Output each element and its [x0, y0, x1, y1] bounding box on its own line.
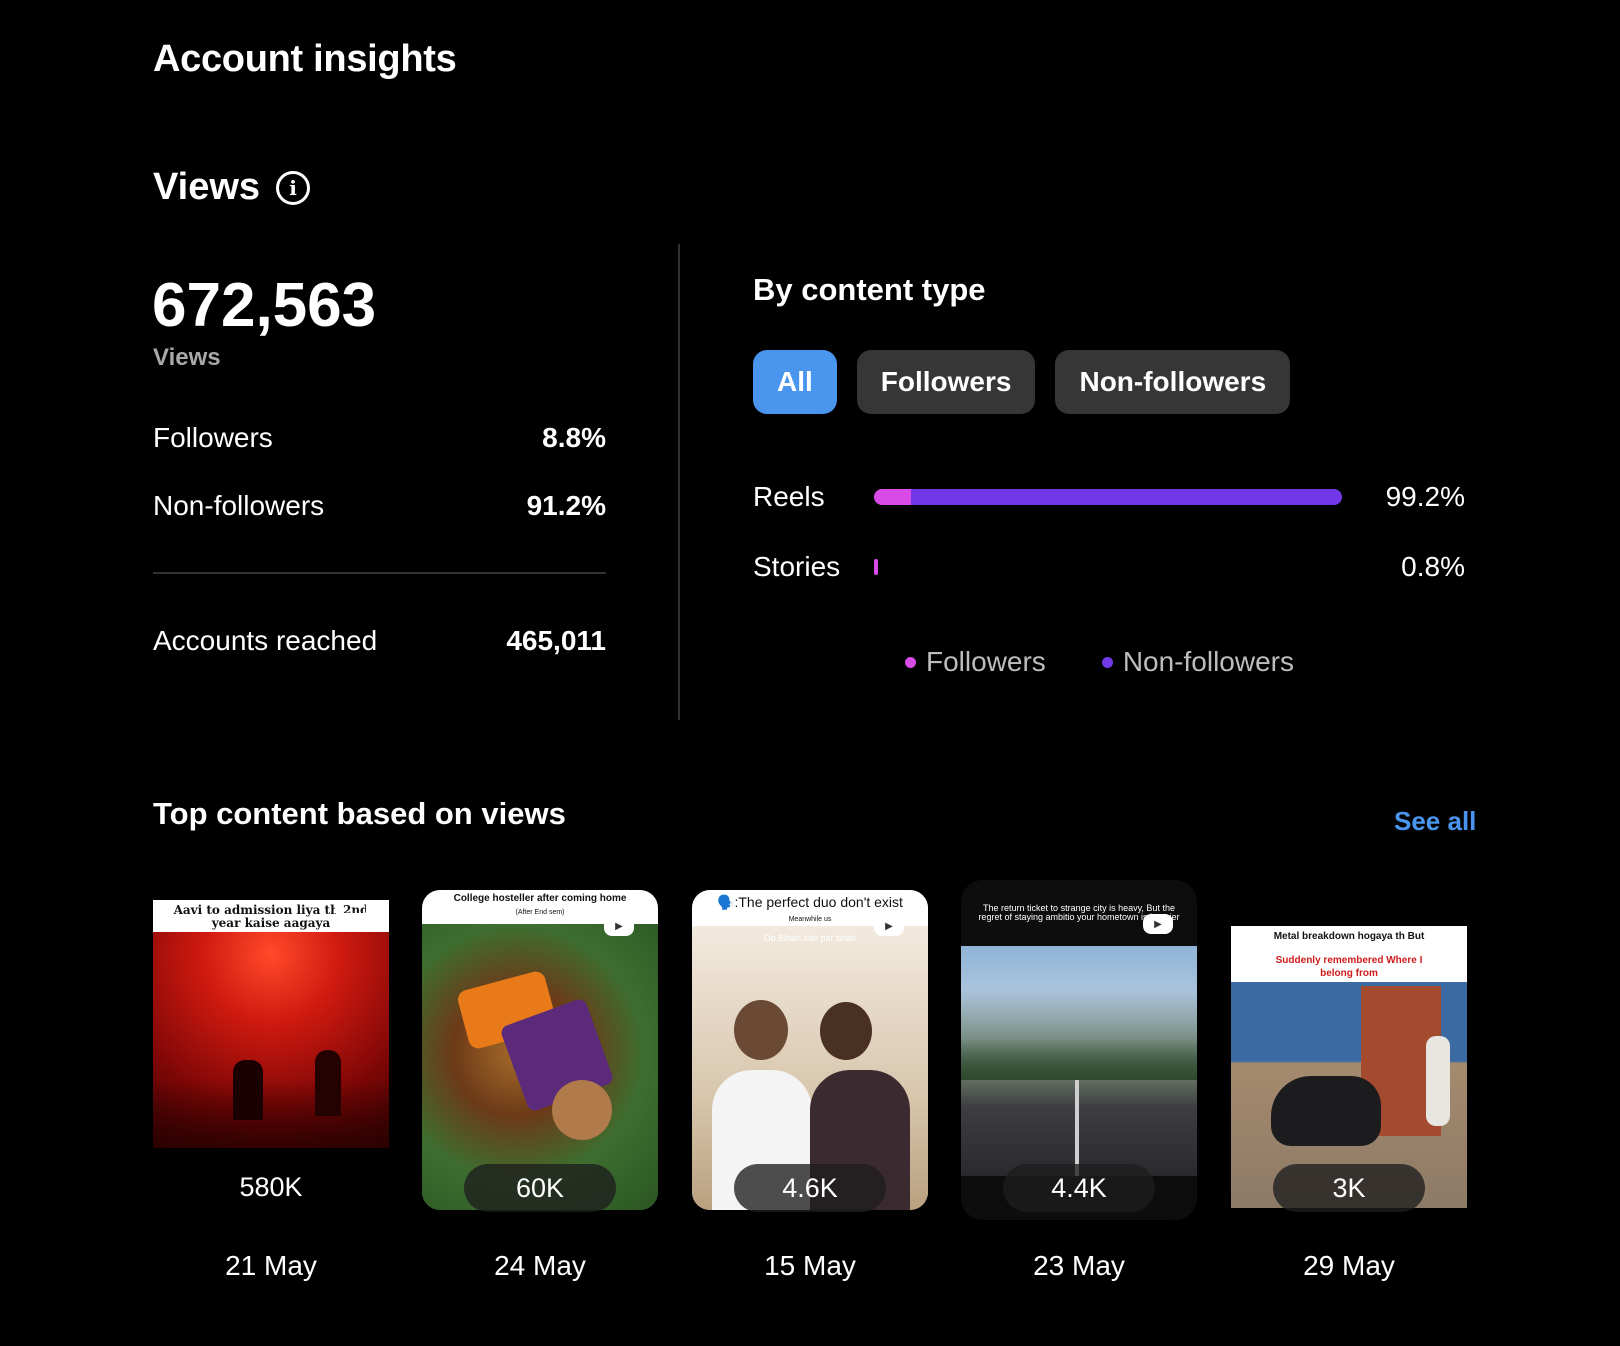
stories-bar	[874, 559, 1346, 575]
stats-divider	[153, 572, 606, 574]
content-date: 21 May	[225, 1250, 317, 1281]
content-type-row-reels: Reels 99.2%	[753, 477, 1465, 517]
tab-non-followers[interactable]: Non-followers	[1055, 350, 1291, 414]
content-card[interactable]: College hosteller after coming home (Aft…	[422, 890, 658, 1230]
reel-icon	[335, 900, 369, 916]
audience-tabs: All Followers Non-followers	[753, 350, 1291, 414]
content-thumbnail: 🗣️:The perfect duo don't exist Meanwhile…	[692, 890, 928, 1210]
reels-pct: 99.2%	[1385, 481, 1465, 512]
views-total-label: Views	[153, 344, 221, 371]
stories-bar-fill	[874, 559, 878, 575]
reel-play-icon: ▶	[1143, 914, 1173, 934]
reels-non-followers-segment	[911, 489, 1342, 505]
by-content-type-heading: By content type	[753, 272, 986, 307]
followers-stat-row: Followers 8.8%	[153, 422, 606, 454]
non-followers-stat-row: Non-followers 91.2%	[153, 490, 606, 522]
views-heading: Views i	[153, 166, 311, 209]
content-type-row-stories: Stories 0.8%	[753, 547, 1465, 587]
content-views: 580K	[239, 1172, 303, 1202]
non-followers-stat-label: Non-followers	[153, 490, 325, 521]
reel-play-icon: ▶	[604, 916, 634, 936]
content-date: 24 May	[494, 1250, 586, 1281]
reel-play-icon: ▶	[874, 916, 904, 936]
content-card[interactable]: Aavi to admission liya th 2nd year kaise…	[153, 900, 389, 1230]
content-views: 4.4K	[1003, 1164, 1155, 1212]
tab-all[interactable]: All	[753, 350, 837, 414]
legend-followers-label: Followers	[926, 646, 1046, 677]
non-followers-dot-icon	[1101, 656, 1113, 668]
see-all-link[interactable]: See all	[1394, 806, 1476, 837]
tab-followers[interactable]: Followers	[856, 350, 1036, 414]
content-date: 23 May	[1033, 1250, 1125, 1281]
followers-dot-icon	[905, 656, 916, 668]
content-date: 15 May	[764, 1250, 856, 1281]
non-followers-stat-value: 91.2%	[526, 490, 606, 521]
content-card[interactable]: Metal breakdown hogaya th But Suddenly r…	[1231, 900, 1467, 1230]
legend-non-followers: Non-followers	[1101, 646, 1294, 678]
content-views: 3K	[1273, 1164, 1425, 1212]
content-card[interactable]: The return ticket to strange city is hea…	[961, 880, 1197, 1230]
content-caption: 🗣️:The perfect duo don't exist	[717, 894, 903, 910]
content-thumbnail: College hosteller after coming home (Aft…	[422, 890, 658, 1210]
reels-label: Reels	[753, 481, 825, 512]
info-icon[interactable]: i	[276, 170, 311, 205]
content-views: 4.6K	[734, 1164, 886, 1212]
content-card[interactable]: 🗣️:The perfect duo don't exist Meanwhile…	[692, 890, 928, 1230]
reels-followers-segment	[874, 489, 911, 505]
followers-stat-label: Followers	[153, 422, 273, 453]
legend-non-followers-label: Non-followers	[1122, 646, 1294, 677]
followers-stat-value: 8.8%	[542, 422, 606, 453]
section-divider	[678, 244, 680, 720]
page-title: Account insights	[153, 38, 457, 80]
content-thumbnail: Aavi to admission liya th 2nd year kaise…	[153, 900, 389, 1148]
top-content-heading: Top content based on views	[153, 796, 566, 831]
views-heading-label: Views	[153, 166, 261, 208]
accounts-reached-row: Accounts reached 465,011	[153, 625, 606, 657]
views-total: 672,563	[152, 271, 377, 340]
reels-bar	[874, 489, 1346, 505]
stories-label: Stories	[753, 551, 841, 582]
stories-pct: 0.8%	[1401, 551, 1465, 582]
bar-legend: Followers Non-followers	[905, 646, 1294, 678]
stories-followers-segment	[874, 559, 878, 575]
legend-followers: Followers	[905, 646, 1046, 678]
reels-bar-fill	[874, 489, 1342, 505]
accounts-reached-label: Accounts reached	[153, 625, 378, 656]
content-caption: College hosteller after coming home	[453, 893, 627, 904]
content-views: 60K	[464, 1164, 616, 1212]
accounts-reached-value: 465,011	[506, 625, 606, 656]
content-caption: Metal breakdown hogaya th But	[1273, 931, 1425, 942]
content-date: 29 May	[1303, 1250, 1395, 1281]
content-subcaption: Suddenly remembered Where I belong from	[1275, 955, 1423, 979]
